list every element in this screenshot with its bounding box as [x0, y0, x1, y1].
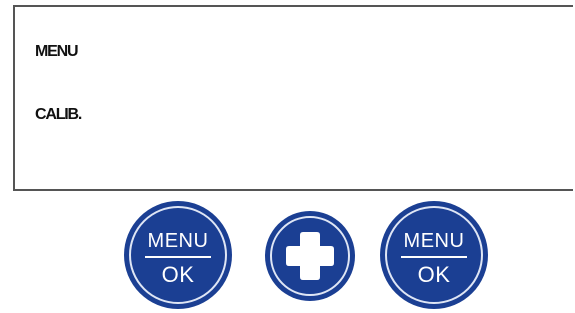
button-divider	[145, 256, 211, 258]
ok-label: OK	[161, 262, 195, 287]
button-ring	[129, 206, 227, 304]
menu-label: MENU	[403, 230, 465, 252]
button-ring	[385, 206, 483, 304]
menu-ok-button-right[interactable]: MENU OK	[380, 201, 488, 309]
display-line-1: MENU	[35, 43, 79, 60]
menu-ok-button-left[interactable]: MENU OK	[124, 201, 232, 309]
plus-icon	[286, 232, 334, 280]
display-line-2: CALIB.	[35, 106, 82, 123]
plus-button[interactable]	[265, 211, 355, 301]
lcd-display: MENU CALIB.	[13, 5, 573, 191]
ok-label: OK	[417, 262, 451, 287]
menu-label: MENU	[147, 230, 209, 252]
device-panel: MENU CALIB. MENU OK MENU OK	[0, 0, 575, 313]
button-divider	[401, 256, 467, 258]
